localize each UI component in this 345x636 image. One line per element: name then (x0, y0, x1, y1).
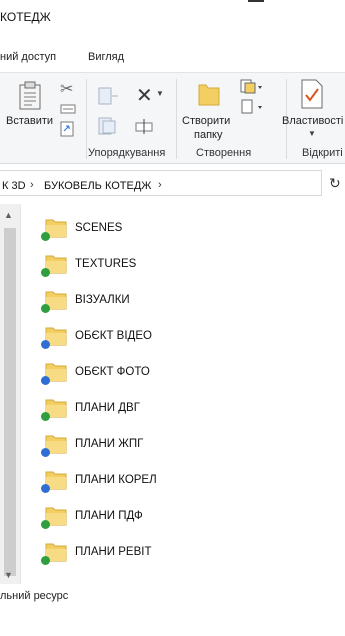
minimize-icon[interactable] (248, 0, 264, 2)
nav-scrollbar[interactable]: ▲ ▼ (0, 204, 20, 584)
scroll-up-icon[interactable]: ▲ (4, 210, 13, 220)
paste-button[interactable]: Вставити (6, 115, 53, 127)
list-item[interactable]: ПЛАНИ ПДФ (40, 498, 340, 534)
scissors-icon[interactable]: ✂ (60, 79, 73, 99)
sync-check-icon (41, 556, 50, 565)
sync-check-icon (41, 268, 50, 277)
list-item[interactable]: ПЛАНИ КОРЕЛ (40, 462, 340, 498)
chevron-right-icon[interactable]: › (158, 179, 162, 191)
cloud-status-icon (41, 484, 50, 493)
breadcrumb-parent[interactable]: К 3D (2, 180, 26, 192)
move-to-icon[interactable] (98, 87, 120, 105)
group-open-label: Відкриті (302, 147, 343, 159)
ribbon: Вставити ✂ ✕ ▼ Упорядкування Створити па… (0, 72, 345, 164)
new-folder-icon (198, 84, 220, 106)
chevron-down-icon[interactable]: ▼ (308, 129, 316, 138)
group-new-label: Створення (196, 147, 252, 159)
sync-check-icon (41, 412, 50, 421)
refresh-icon[interactable]: ↻ (329, 175, 341, 192)
title-bar: КОТЕДЖ (0, 0, 345, 44)
file-name: ПЛАНИ РЕВІТ (75, 546, 152, 558)
copy-path-icon[interactable] (60, 103, 76, 115)
chevron-right-icon[interactable]: › (30, 179, 34, 191)
ribbon-separator (86, 79, 87, 159)
window-title: КОТЕДЖ (0, 10, 51, 24)
rename-icon[interactable] (134, 117, 154, 135)
list-item[interactable]: ОБЄКТ ФОТО (40, 354, 340, 390)
sync-check-icon (41, 304, 50, 313)
list-item[interactable]: ВІЗУАЛКИ (40, 282, 340, 318)
pane-divider[interactable] (20, 204, 21, 584)
list-item[interactable]: ОБЄКТ ВІДЕО (40, 318, 340, 354)
file-name: TEXTURES (75, 258, 137, 270)
properties-button[interactable]: Властивості (282, 115, 343, 127)
group-organize-label: Упорядкування (88, 147, 166, 159)
list-item[interactable]: SCENES (40, 210, 340, 246)
ribbon-tabs: ний доступ Вигляд (0, 44, 345, 72)
tab-sharing[interactable]: ний доступ (0, 51, 56, 63)
cloud-status-icon (41, 448, 50, 457)
chevron-down-icon[interactable]: ▼ (156, 89, 164, 98)
clipboard-icon (19, 81, 41, 110)
list-item[interactable]: TEXTURES (40, 246, 340, 282)
address-field[interactable]: К 3D › БУКОВЕЛЬ КОТЕДЖ › (0, 170, 322, 196)
file-name: ПЛАНИ ДВГ (75, 402, 140, 414)
sync-check-icon (41, 520, 50, 529)
ribbon-separator (176, 79, 177, 159)
bottom-strip (0, 608, 345, 636)
new-item-icon[interactable] (240, 79, 264, 95)
file-name: SCENES (75, 222, 123, 234)
file-name: ПЛАНИ КОРЕЛ (75, 474, 157, 486)
new-folder-label-1[interactable]: Створити (182, 115, 230, 127)
scroll-down-icon[interactable]: ▼ (4, 570, 13, 580)
new-folder-label-2[interactable]: папку (194, 129, 222, 141)
tab-view[interactable]: Вигляд (88, 51, 124, 63)
status-text: льний ресурс (0, 590, 69, 602)
scroll-thumb[interactable] (4, 228, 16, 576)
file-name: ОБЄКТ ФОТО (75, 366, 150, 378)
cloud-status-icon (41, 340, 50, 349)
copy-to-icon[interactable] (98, 117, 120, 135)
breadcrumb-current[interactable]: БУКОВЕЛЬ КОТЕДЖ (44, 180, 151, 192)
delete-icon[interactable]: ✕ (136, 83, 153, 108)
cloud-status-icon (41, 376, 50, 385)
easy-access-icon[interactable] (240, 99, 264, 115)
list-item[interactable]: ПЛАНИ РЕВІТ (40, 534, 340, 570)
file-name: ОБЄКТ ВІДЕО (75, 330, 152, 342)
file-name: ВІЗУАЛКИ (75, 294, 130, 306)
address-bar: К 3D › БУКОВЕЛЬ КОТЕДЖ › ↻ (0, 168, 345, 198)
list-item[interactable]: ПЛАНИ ДВГ (40, 390, 340, 426)
sync-check-icon (41, 232, 50, 241)
status-bar: льний ресурс (0, 584, 345, 608)
list-item[interactable]: ПЛАНИ ЖПГ (40, 426, 340, 462)
paste-shortcut-icon[interactable] (60, 121, 74, 137)
file-name: ПЛАНИ ЖПГ (75, 438, 144, 450)
file-name: ПЛАНИ ПДФ (75, 510, 143, 522)
properties-icon (301, 79, 323, 109)
